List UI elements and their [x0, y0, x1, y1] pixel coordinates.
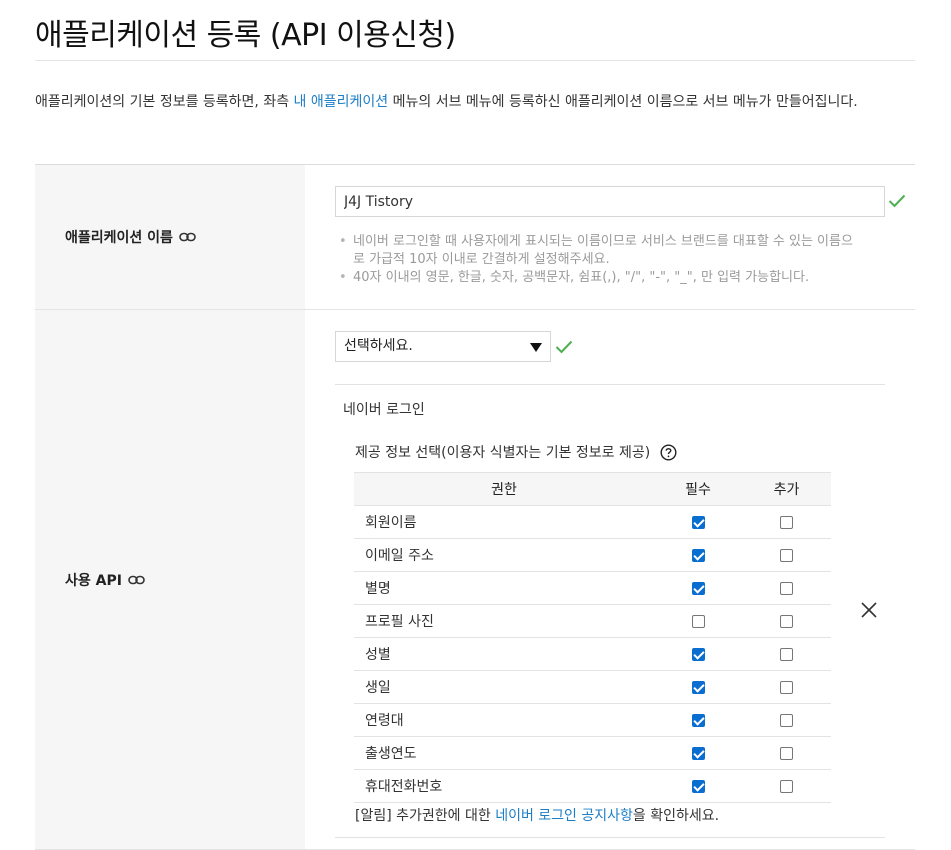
table-header-row: 권한 필수 추가	[354, 472, 831, 506]
app-name-content: 네이버 로그인할 때 사용자에게 표시되는 이름이므로 서비스 브랜드를 대표할…	[305, 165, 915, 309]
table-row: 프로필 사진	[354, 604, 831, 638]
additional-checkbox[interactable]	[780, 647, 793, 661]
app-name-hints: 네이버 로그인할 때 사용자에게 표시되는 이름이므로 서비스 브랜드를 대표할…	[335, 233, 860, 287]
registration-form: 애플리케이션 이름 네이버 로그인할 때 사용자에게 표시되는 이름이므로 서비…	[35, 164, 915, 850]
required-cell	[654, 769, 742, 803]
page-title: 애플리케이션 등록 (API 이용신청)	[35, 18, 456, 53]
additional-cell	[742, 736, 831, 770]
additional-checkbox[interactable]	[780, 581, 793, 595]
required-cell	[654, 505, 742, 539]
required-checkbox[interactable]	[691, 680, 705, 694]
intro-before: 애플리케이션의 기본 정보를 등록하면, 좌측	[35, 94, 294, 110]
required-cell	[654, 637, 742, 671]
additional-cell	[742, 637, 831, 671]
notice-after: 을 확인하세요.	[632, 808, 720, 824]
check-icon	[888, 194, 906, 208]
table-row: 회원이름	[354, 505, 831, 539]
additional-cell	[742, 571, 831, 605]
required-cell	[654, 736, 742, 770]
additional-cell	[742, 769, 831, 803]
additional-checkbox[interactable]	[780, 713, 793, 727]
required-checkbox[interactable]	[691, 581, 705, 595]
additional-cell	[742, 670, 831, 704]
notice-before: [알림] 추가권한에 대한	[355, 808, 496, 824]
required-checkbox[interactable]	[691, 614, 705, 628]
additional-cell	[742, 604, 831, 638]
title-divider	[35, 60, 915, 61]
api-select-value: 선택하세요.	[344, 338, 413, 354]
required-cell	[654, 538, 742, 572]
col-additional: 추가	[742, 472, 831, 506]
additional-checkbox[interactable]	[780, 779, 793, 793]
required-cell	[654, 571, 742, 605]
hint-item: 40자 이내의 영문, 한글, 숫자, 공백문자, 쉼표(,), "/", "-…	[335, 269, 860, 287]
table-row: 출생연도	[354, 736, 831, 770]
perm-heading: 제공 정보 선택(이용자 식별자는 기본 정보로 제공)	[355, 442, 677, 462]
permission-table: 권한 필수 추가 회원이름 이메일 주소 별명 프로필 사진 성별 생일 연령대 출생연도 휴대…	[354, 472, 831, 803]
required-cell	[654, 604, 742, 638]
perm-heading-text: 제공 정보 선택(이용자 식별자는 기본 정보로 제공)	[355, 445, 651, 461]
api-name: 네이버 로그인	[343, 402, 425, 418]
api-label: 사용 API	[35, 310, 305, 849]
notice-text: [알림] 추가권한에 대한 네이버 로그인 공지사항을 확인하세요.	[355, 805, 719, 825]
table-row: 생일	[354, 670, 831, 704]
required-checkbox[interactable]	[691, 647, 705, 661]
link-icon[interactable]	[128, 574, 145, 586]
required-checkbox[interactable]	[691, 548, 705, 562]
permission-name: 별명	[354, 571, 654, 605]
required-checkbox[interactable]	[691, 713, 705, 727]
help-icon[interactable]	[660, 443, 677, 461]
naver-login-panel: 네이버 로그인 제공 정보 선택(이용자 식별자는 기본 정보로 제공) 권한 …	[335, 384, 885, 838]
additional-checkbox[interactable]	[780, 746, 793, 760]
permission-name: 회원이름	[354, 505, 654, 539]
additional-checkbox[interactable]	[780, 614, 793, 628]
table-row: 성별	[354, 637, 831, 671]
permission-name: 성별	[354, 637, 654, 671]
app-name-row: 애플리케이션 이름 네이버 로그인할 때 사용자에게 표시되는 이름이므로 서비…	[35, 165, 915, 310]
app-name-label: 애플리케이션 이름	[35, 165, 305, 309]
my-applications-link[interactable]: 내 애플리케이션	[294, 94, 389, 110]
required-checkbox[interactable]	[691, 515, 705, 529]
api-content: 선택하세요. 네이버 로그인 제공 정보 선택(이용자 식별자는 기본 정보로 …	[305, 310, 915, 849]
link-icon[interactable]	[179, 231, 196, 243]
permission-name: 이메일 주소	[354, 538, 654, 572]
permission-name: 휴대전화번호	[354, 769, 654, 803]
required-cell	[654, 703, 742, 737]
permission-name: 연령대	[354, 703, 654, 737]
permission-name: 생일	[354, 670, 654, 704]
required-checkbox[interactable]	[691, 746, 705, 760]
additional-cell	[742, 703, 831, 737]
close-icon[interactable]	[860, 601, 878, 619]
intro-text: 애플리케이션의 기본 정보를 등록하면, 좌측 내 애플리케이션 메뉴의 서브 …	[35, 88, 915, 116]
table-row: 이메일 주소	[354, 538, 831, 572]
api-label-text: 사용 API	[65, 572, 122, 589]
api-row: 사용 API 선택하세요. 네이버 로그인 제공 정보 선택(이용자 식별자는 …	[35, 310, 915, 850]
app-name-input[interactable]	[335, 186, 885, 217]
required-checkbox[interactable]	[691, 779, 705, 793]
api-select[interactable]: 선택하세요.	[335, 331, 551, 362]
hint-item: 네이버 로그인할 때 사용자에게 표시되는 이름이므로 서비스 브랜드를 대표할…	[335, 233, 860, 269]
permission-name: 출생연도	[354, 736, 654, 770]
permission-name: 프로필 사진	[354, 604, 654, 638]
caret-down-icon	[530, 343, 542, 352]
table-row: 별명	[354, 571, 831, 605]
check-icon	[555, 340, 573, 354]
additional-cell	[742, 505, 831, 539]
additional-checkbox[interactable]	[780, 515, 793, 529]
table-row: 연령대	[354, 703, 831, 737]
table-row: 휴대전화번호	[354, 769, 831, 803]
app-name-label-text: 애플리케이션 이름	[65, 230, 173, 246]
additional-checkbox[interactable]	[780, 680, 793, 694]
additional-checkbox[interactable]	[780, 548, 793, 562]
naver-login-notice-link[interactable]: 네이버 로그인 공지사항	[495, 808, 633, 824]
panel-divider	[335, 837, 885, 838]
required-cell	[654, 670, 742, 704]
intro-after: 메뉴의 서브 메뉴에 등록하신 애플리케이션 이름으로 서브 메뉴가 만들어집니…	[388, 94, 858, 110]
col-permission: 권한	[354, 472, 654, 506]
additional-cell	[742, 538, 831, 572]
col-required: 필수	[654, 472, 742, 506]
